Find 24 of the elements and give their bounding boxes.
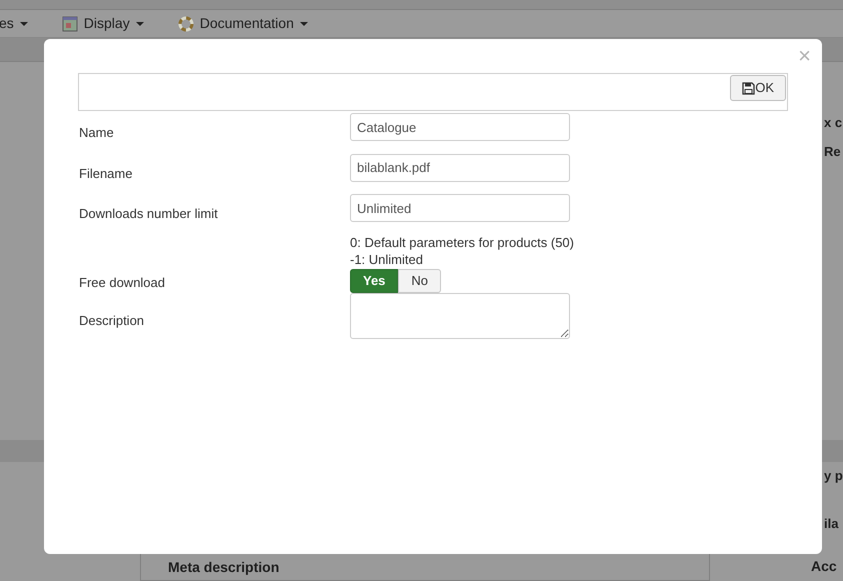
- menu-item[interactable]: Display: [62, 13, 144, 34]
- toggle-option[interactable]: No: [398, 269, 442, 293]
- window-icon: [62, 16, 78, 32]
- input-field[interactable]: Unlimited: [350, 194, 570, 222]
- label-fragment: Re: [824, 142, 841, 160]
- text-area[interactable]: [350, 293, 570, 339]
- input-field[interactable]: Catalogue: [350, 113, 570, 141]
- help-text: -1: Unlimited: [350, 251, 424, 268]
- label-fragment: y p: [824, 467, 843, 485]
- label-fragment: Acc: [811, 557, 837, 576]
- menu-item[interactable]: Documentation: [178, 13, 308, 34]
- input-field[interactable]: bilablank.pdf: [350, 154, 570, 182]
- ok-button[interactable]: OK: [730, 75, 786, 101]
- label-fragment: ila: [824, 514, 838, 532]
- field-label: Description: [79, 312, 146, 330]
- toggle-option[interactable]: Yes: [350, 269, 398, 293]
- field-label: Name: [79, 124, 115, 142]
- field-label: Filename: [79, 164, 134, 182]
- label-fragment: x c: [824, 114, 842, 132]
- field-label: Free download: [79, 274, 166, 292]
- help-text: 0: Default parameters for products (50): [350, 234, 574, 251]
- lifebuoy-icon: [178, 16, 194, 32]
- meta-description-label: Meta description: [168, 558, 280, 577]
- field-label: Downloads number limit: [79, 205, 219, 223]
